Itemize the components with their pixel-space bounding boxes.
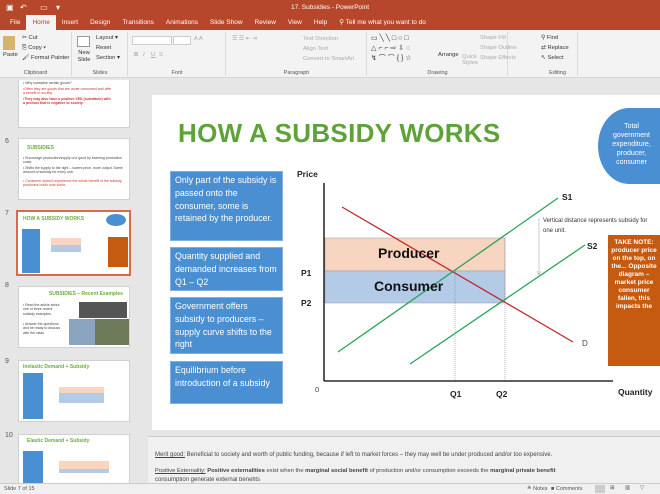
slideshow-button[interactable]: ▽ bbox=[640, 485, 644, 491]
subsidy-diagram bbox=[323, 183, 613, 382]
notes-pane[interactable]: Merit good: Beneficial to society and wo… bbox=[148, 436, 660, 483]
notes-line-merit-good: Merit good: Beneficial to society and wo… bbox=[155, 452, 553, 458]
p2-label: P2 bbox=[301, 298, 312, 308]
notes-button[interactable]: ≙ Notes bbox=[527, 486, 548, 492]
q1-label: Q1 bbox=[450, 389, 462, 399]
subsidy-annotation: Vertical distance represents subsidy for… bbox=[543, 218, 648, 234]
status-bar: Slide 7 of 15 ≙ Notes ■ Comments ⊞ ▥ ▽ bbox=[0, 483, 660, 494]
s2-label: S2 bbox=[587, 241, 598, 251]
x-axis-label: Quantity bbox=[618, 387, 653, 397]
reading-view-button[interactable]: ▥ bbox=[625, 485, 630, 491]
q2-label: Q2 bbox=[496, 389, 508, 399]
slide-sorter-button[interactable]: ⊞ bbox=[610, 485, 615, 491]
y-axis-label: Price bbox=[297, 169, 318, 179]
comments-button[interactable]: ■ Comments bbox=[551, 486, 582, 492]
normal-view-button[interactable] bbox=[595, 485, 605, 493]
consumer-label: Consumer bbox=[374, 278, 444, 294]
origin-label: 0 bbox=[315, 385, 320, 394]
d-label: D bbox=[582, 339, 588, 348]
slide-counter: Slide 7 of 15 bbox=[4, 486, 35, 492]
p1-label: P1 bbox=[301, 268, 312, 278]
notes-line-externality: Positive Externality: Positive externali… bbox=[155, 468, 556, 474]
s1-label: S1 bbox=[562, 192, 573, 202]
producer-label: Producer bbox=[378, 245, 440, 261]
